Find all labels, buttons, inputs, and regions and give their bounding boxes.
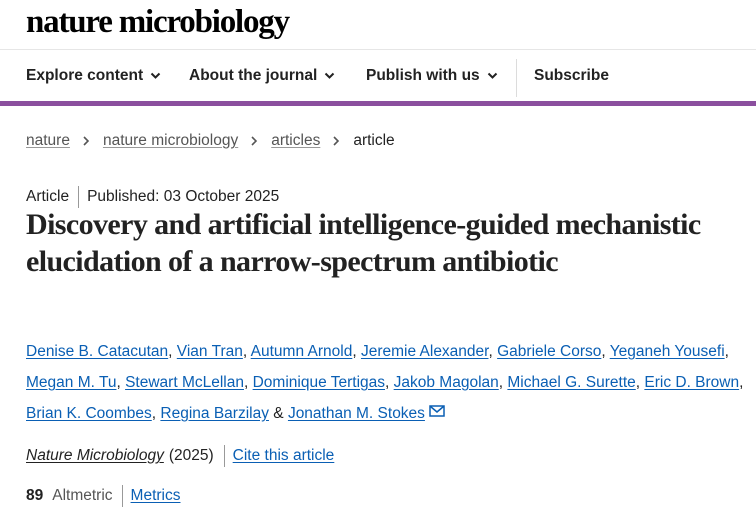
author-link[interactable]: Brian K. Coombes — [26, 405, 152, 422]
chevron-right-icon — [333, 136, 340, 146]
breadcrumb-current: article — [353, 132, 395, 149]
author-separator: , — [168, 343, 173, 360]
author-separator: , — [488, 343, 493, 360]
citation-line: Nature Microbiology (2025) Cite this art… — [26, 445, 334, 467]
author-final-joiner: & — [273, 405, 284, 422]
site-logo[interactable]: nature microbiology — [26, 2, 290, 42]
author-separator: , — [635, 374, 641, 391]
nav-explore-content[interactable]: Explore content — [26, 50, 161, 101]
breadcrumb-link-nature-microbiology[interactable]: nature microbiology — [103, 132, 238, 150]
site-header: nature microbiology — [0, 0, 756, 50]
nav-about-journal[interactable]: About the journal — [189, 50, 335, 101]
author-link[interactable]: Michael G. Surette — [507, 374, 635, 391]
author-list: Denise B. Catacutan, Vian Tran, Autumn A… — [26, 336, 751, 429]
nav-subscribe-label: Subscribe — [534, 66, 609, 84]
author-link[interactable]: Jeremie Alexander — [361, 343, 489, 360]
chevron-down-icon — [325, 72, 335, 79]
author-separator: , — [601, 343, 606, 360]
nav-publish-with-us[interactable]: Publish with us — [366, 50, 498, 101]
author-link[interactable]: Vian Tran — [177, 343, 243, 360]
metrics-line: 89 Altmetric Metrics — [26, 485, 181, 507]
meta-divider — [78, 186, 80, 208]
chevron-down-icon — [487, 72, 497, 79]
author-link[interactable]: Gabriele Corso — [497, 343, 601, 360]
breadcrumb-link-articles[interactable]: articles — [271, 132, 320, 150]
chevron-right-icon — [83, 136, 90, 146]
author-separator: , — [242, 343, 248, 360]
article-type: Article — [26, 188, 70, 205]
author-separator: , — [243, 374, 249, 391]
author-separator: , — [151, 405, 157, 422]
nav-subscribe[interactable]: Subscribe — [534, 50, 609, 101]
mail-icon[interactable] — [429, 405, 445, 417]
citation-divider — [223, 445, 225, 467]
nav-divider — [516, 59, 517, 97]
author-link[interactable]: Stewart McLellan — [125, 374, 244, 391]
breadcrumb-link-nature[interactable]: nature — [26, 132, 70, 150]
altmetric-label: Altmetric — [52, 487, 113, 504]
journal-link[interactable]: Nature Microbiology — [26, 447, 164, 465]
article-title: Discovery and artificial intelligence-gu… — [26, 208, 701, 278]
main-nav: Explore content About the journal Publis… — [0, 50, 756, 106]
metrics-link[interactable]: Metrics — [131, 487, 181, 505]
author-link[interactable]: Dominique Tertigas — [253, 374, 385, 391]
author-link[interactable]: Megan M. Tu — [26, 374, 116, 391]
author-link[interactable]: Denise B. Catacutan — [26, 343, 168, 360]
altmetric-score: 89 — [26, 487, 44, 504]
author-link[interactable]: Autumn Arnold — [251, 343, 353, 360]
author-link[interactable]: Regina Barzilay — [160, 405, 269, 422]
author-separator: , — [739, 374, 744, 391]
author-separator: , — [116, 374, 121, 391]
author-separator: , — [724, 343, 729, 360]
author-link[interactable]: Eric D. Brown — [644, 374, 739, 391]
published-date: Published: 03 October 2025 — [87, 188, 280, 205]
article-meta: Article Published: 03 October 2025 — [26, 186, 279, 208]
nav-about-label: About the journal — [189, 66, 318, 84]
nav-publish-label: Publish with us — [366, 66, 480, 84]
nav-explore-label: Explore content — [26, 66, 144, 84]
metrics-divider — [121, 485, 123, 507]
author-link[interactable]: Jakob Magolan — [394, 374, 499, 391]
chevron-down-icon — [150, 72, 161, 79]
author-separator: , — [385, 374, 390, 391]
breadcrumb: nature nature microbiology articles arti… — [26, 130, 395, 152]
publication-year: (2025) — [168, 447, 214, 464]
chevron-right-icon — [251, 136, 258, 146]
author-link[interactable]: Jonathan M. Stokes — [288, 405, 425, 422]
author-link[interactable]: Yeganeh Yousefi — [610, 343, 725, 360]
author-separator: , — [352, 343, 357, 360]
cite-this-article-link[interactable]: Cite this article — [233, 447, 335, 465]
author-separator: , — [498, 374, 504, 391]
